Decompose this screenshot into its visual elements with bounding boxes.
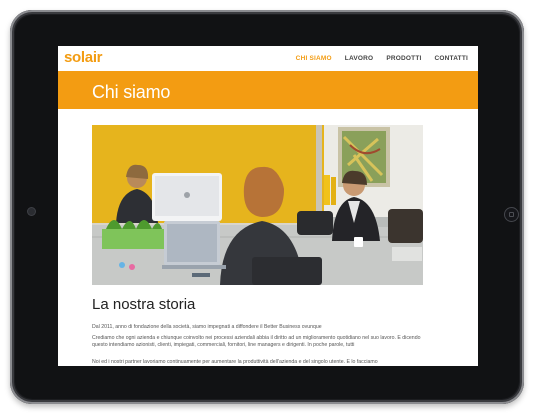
home-button[interactable] [505,208,518,221]
site-logo[interactable]: solair [64,49,103,66]
page-title: Chi siamo [92,82,171,102]
tablet-screen: solair CHI SIAMO LAVORO PRODOTTI CONTATT… [58,46,478,366]
page-banner: Chi siamo [58,71,478,109]
front-camera-icon [28,208,35,215]
paragraph-intro: Dal 2011, anno di fondazione della socie… [92,324,322,330]
office-photo [92,125,423,285]
nav-item-chi-siamo[interactable]: CHI SIAMO [296,55,332,62]
paragraph-partners: Noi ed i nostri partner lavoriamo contin… [92,359,378,365]
site-navbar: solair CHI SIAMO LAVORO PRODOTTI CONTATT… [58,46,478,71]
section-title: La nostra storia [92,296,196,313]
nav-item-contatti[interactable]: CONTATTI [435,55,469,62]
nav-item-lavoro[interactable]: LAVORO [345,55,374,62]
nav-item-prodotti[interactable]: PRODOTTI [386,55,421,62]
paragraph-mission: Crediamo che ogni azienda e chiunque coi… [92,335,421,348]
main-nav: CHI SIAMO LAVORO PRODOTTI CONTATTI [296,55,468,62]
